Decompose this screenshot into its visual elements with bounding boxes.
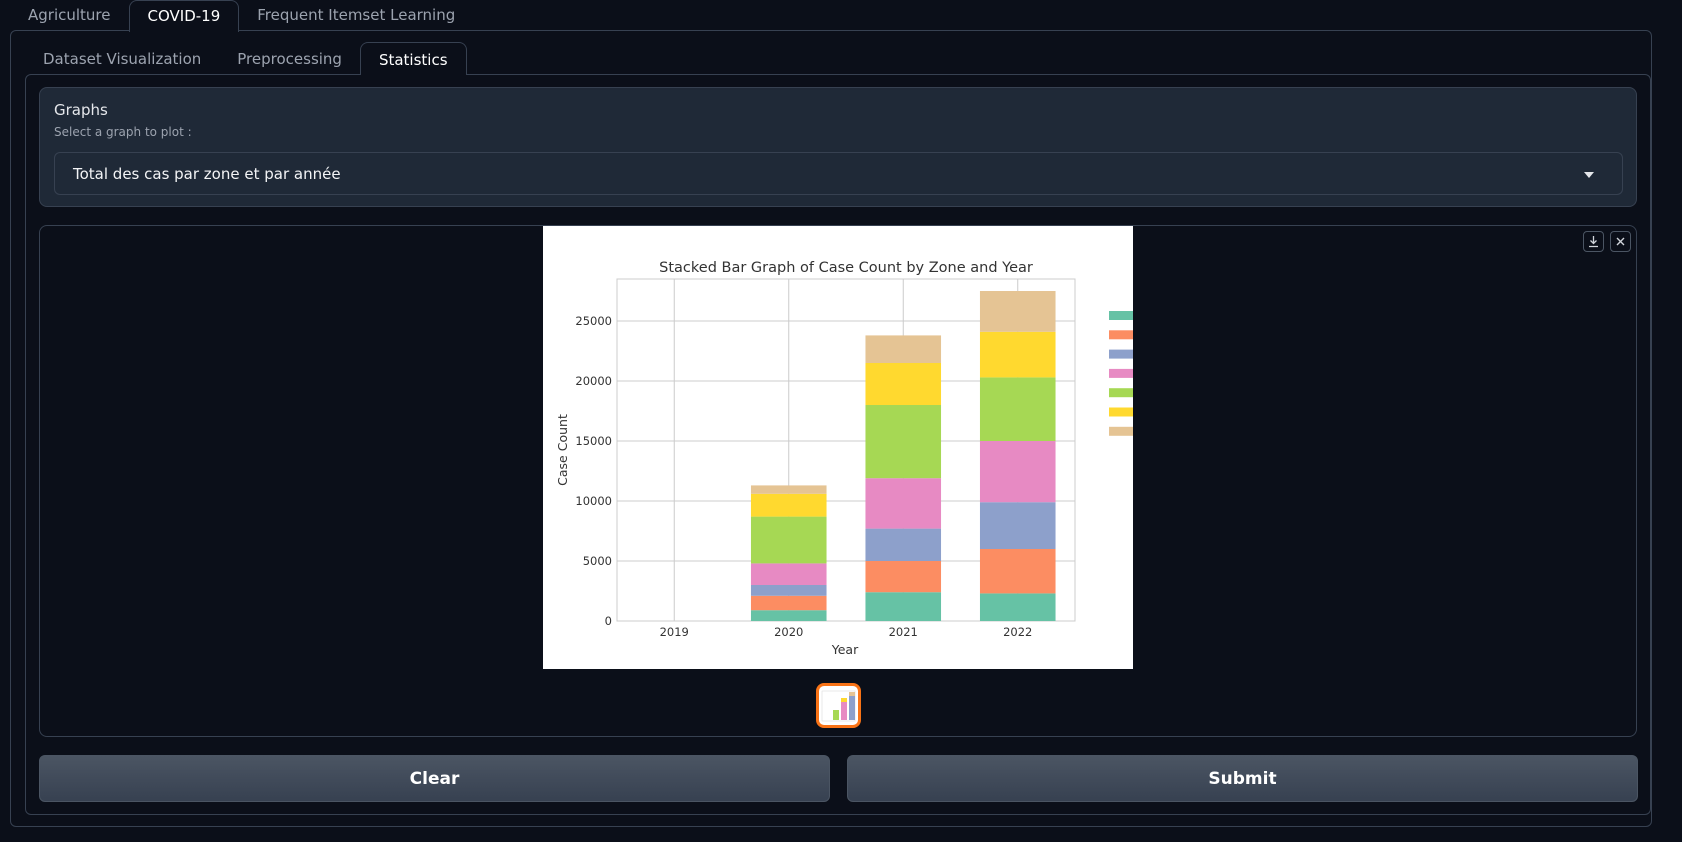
tab-dataset-visualization[interactable]: Dataset Visualization bbox=[25, 42, 219, 74]
graph-select-dropdown[interactable]: Total des cas par zone et par année bbox=[54, 152, 1623, 195]
y-tick-label: 20000 bbox=[575, 374, 612, 388]
close-icon bbox=[1616, 237, 1625, 246]
bar-segment bbox=[865, 335, 942, 363]
tab-statistics[interactable]: Statistics bbox=[359, 42, 467, 75]
bar-segment bbox=[979, 593, 1056, 621]
bar-segment bbox=[979, 291, 1056, 332]
submit-button[interactable]: Submit bbox=[847, 755, 1638, 802]
bar-segment bbox=[750, 563, 827, 585]
legend-swatch bbox=[1109, 388, 1133, 398]
graphs-block: Graphs Select a graph to plot : Total de… bbox=[39, 87, 1637, 207]
main-tabs: Agriculture COVID-19 Frequent Itemset Le… bbox=[10, 0, 473, 32]
legend-swatch bbox=[1109, 368, 1133, 378]
bar-segment bbox=[865, 528, 942, 561]
bar-segment bbox=[979, 502, 1056, 549]
thumbnail-chart-preview bbox=[821, 690, 856, 722]
tab-frequent-itemset-learning[interactable]: Frequent Itemset Learning bbox=[239, 0, 473, 31]
bar-segment bbox=[979, 441, 1056, 503]
bar-segment bbox=[750, 610, 827, 621]
x-tick-label: 2020 bbox=[774, 625, 803, 639]
chart-xlabel: Year bbox=[831, 642, 859, 657]
stacked-bar-chart: Stacked Bar Graph of Case Count by Zone … bbox=[555, 260, 1133, 657]
chart-title: Stacked Bar Graph of Case Count by Zone … bbox=[659, 260, 1033, 276]
bar-segment bbox=[865, 561, 942, 593]
bar-segment bbox=[750, 493, 827, 517]
bar-segment bbox=[979, 549, 1056, 594]
bar-segment bbox=[750, 485, 827, 494]
chevron-down-icon bbox=[1584, 172, 1594, 178]
chart-image: Stacked Bar Graph of Case Count by Zone … bbox=[543, 226, 1133, 669]
sub-tabs: Dataset Visualization Preprocessing Stat… bbox=[25, 42, 467, 75]
bar-segment bbox=[979, 377, 1056, 441]
x-tick-label: 2021 bbox=[889, 625, 918, 639]
graph-select-value: Total des cas par zone et par année bbox=[73, 165, 341, 183]
y-tick-label: 0 bbox=[605, 614, 612, 628]
legend-swatch bbox=[1109, 330, 1133, 340]
chart-ylabel: Case Count bbox=[555, 414, 570, 486]
x-tick-label: 2022 bbox=[1003, 625, 1032, 639]
x-tick-label: 2019 bbox=[660, 625, 689, 639]
y-tick-label: 5000 bbox=[583, 554, 612, 568]
tab-preprocessing[interactable]: Preprocessing bbox=[219, 42, 360, 74]
legend-swatch bbox=[1109, 349, 1133, 359]
bar-segment bbox=[979, 331, 1056, 378]
graphs-subtitle: Select a graph to plot : bbox=[54, 125, 192, 139]
download-icon bbox=[1589, 236, 1598, 248]
bar-segment bbox=[865, 363, 942, 405]
bar-segment bbox=[865, 405, 942, 479]
bar-segment bbox=[865, 592, 942, 621]
tab-agriculture[interactable]: Agriculture bbox=[10, 0, 129, 31]
y-tick-label: 10000 bbox=[575, 494, 612, 508]
graphs-title: Graphs bbox=[54, 101, 108, 119]
y-tick-label: 25000 bbox=[575, 314, 612, 328]
tab-covid-19[interactable]: COVID-19 bbox=[128, 0, 240, 32]
download-button[interactable] bbox=[1583, 231, 1604, 252]
bar-segment bbox=[865, 478, 942, 529]
y-tick-label: 15000 bbox=[575, 434, 612, 448]
close-button[interactable] bbox=[1610, 231, 1631, 252]
legend-swatch bbox=[1109, 426, 1133, 436]
bar-segment bbox=[750, 585, 827, 596]
clear-button[interactable]: Clear bbox=[39, 755, 830, 802]
bar-segment bbox=[750, 595, 827, 611]
legend-swatch bbox=[1109, 311, 1133, 320]
bar-segment bbox=[750, 516, 827, 564]
gallery-thumbnail[interactable] bbox=[816, 683, 861, 728]
legend-swatch bbox=[1109, 407, 1133, 417]
